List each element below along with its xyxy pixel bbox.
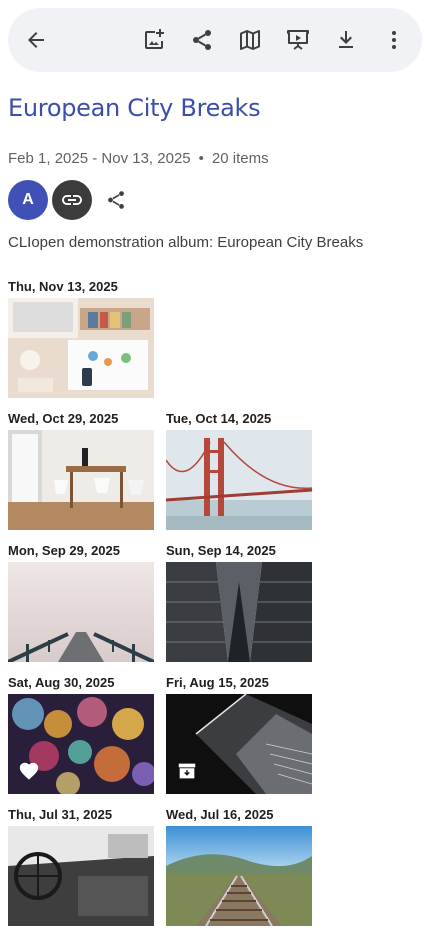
slideshow-icon[interactable] xyxy=(282,24,314,56)
photo-bokeh-lights[interactable] xyxy=(8,694,154,794)
photo-dark-building[interactable] xyxy=(166,694,312,794)
photo-desk-flatlay[interactable] xyxy=(8,298,154,398)
add-photo-icon[interactable] xyxy=(138,24,170,56)
photo-foggy-pier[interactable] xyxy=(8,562,154,662)
photo-dining-room[interactable] xyxy=(8,430,154,530)
photo-golden-gate-bridge[interactable] xyxy=(166,430,312,530)
date-label: Sun, Sep 14, 2025 xyxy=(166,543,276,558)
album-description: CLIopen demonstration album: European Ci… xyxy=(8,234,364,251)
download-icon[interactable] xyxy=(330,24,362,56)
meta-separator: • xyxy=(198,150,204,167)
date-label: Mon, Sep 29, 2025 xyxy=(8,543,120,558)
back-arrow-icon[interactable] xyxy=(20,24,52,56)
album-meta: Feb 1, 2025 - Nov 13, 2025 • 20 items xyxy=(8,150,269,167)
date-label: Tue, Oct 14, 2025 xyxy=(166,411,272,426)
share-album-icon[interactable] xyxy=(104,188,128,212)
photo-railway-tracks[interactable] xyxy=(166,826,312,926)
date-label: Wed, Jul 16, 2025 xyxy=(166,807,274,822)
link-icon[interactable] xyxy=(52,180,92,220)
album-title[interactable]: European City Breaks xyxy=(8,94,261,122)
date-label: Sat, Aug 30, 2025 xyxy=(8,675,115,690)
photo-vintage-car-interior[interactable] xyxy=(8,826,154,926)
owner-avatar[interactable]: A xyxy=(8,180,48,220)
date-label: Thu, Nov 13, 2025 xyxy=(8,279,118,294)
map-icon[interactable] xyxy=(234,24,266,56)
album-date-range: Feb 1, 2025 - Nov 13, 2025 xyxy=(8,150,191,167)
photo-skyscrapers[interactable] xyxy=(166,562,312,662)
date-label: Wed, Oct 29, 2025 xyxy=(8,411,119,426)
archive-icon[interactable] xyxy=(176,760,198,782)
share-icon[interactable] xyxy=(186,24,218,56)
date-label: Fri, Aug 15, 2025 xyxy=(166,675,269,690)
date-label: Thu, Jul 31, 2025 xyxy=(8,807,113,822)
album-item-count: 20 items xyxy=(211,150,269,167)
top-toolbar xyxy=(8,8,422,72)
favorite-heart-icon[interactable] xyxy=(18,760,40,782)
more-vert-icon[interactable] xyxy=(378,24,410,56)
